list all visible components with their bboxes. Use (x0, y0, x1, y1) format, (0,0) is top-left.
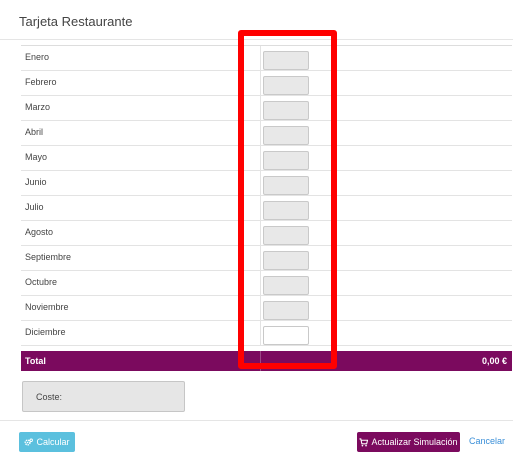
table-row: Abril (21, 121, 512, 146)
month-label: Febrero (25, 77, 57, 87)
cart-icon (359, 437, 369, 447)
cancelar-link[interactable]: Cancelar (469, 436, 505, 446)
month-label: Diciembre (25, 327, 66, 337)
month-label: Marzo (25, 102, 51, 112)
cogs-icon (24, 438, 34, 447)
month-input-septiembre[interactable] (263, 251, 309, 270)
calcular-label: Calcular (36, 437, 70, 447)
month-label: Mayo (25, 152, 48, 162)
column-divider (260, 121, 261, 145)
month-label: Enero (25, 52, 50, 62)
month-label: Agosto (25, 227, 54, 237)
month-label: Septiembre (25, 252, 72, 262)
table-row: Agosto (21, 221, 512, 246)
table-row: Diciembre (21, 321, 512, 346)
calcular-button[interactable]: Calcular (19, 432, 75, 452)
table-row: Febrero (21, 71, 512, 96)
total-value: 0,00 € (481, 356, 507, 366)
column-divider (260, 321, 261, 345)
total-row: Total 0,00 € (21, 351, 512, 371)
column-divider (260, 296, 261, 320)
column-divider (260, 196, 261, 220)
month-input-julio[interactable] (263, 201, 309, 220)
table-row: Enero (21, 46, 512, 71)
month-input-agosto[interactable] (263, 226, 309, 245)
column-divider (260, 46, 261, 70)
month-label: Abril (25, 127, 44, 137)
months-table: Enero Febrero Marzo Abril Mayo Junio Jul… (21, 45, 512, 370)
column-divider (260, 171, 261, 195)
month-input-abril[interactable] (263, 126, 309, 145)
total-label: Total (25, 356, 46, 366)
table-row: Mayo (21, 146, 512, 171)
coste-box: Coste: (22, 381, 185, 412)
column-divider (260, 221, 261, 245)
table-row: Junio (21, 171, 512, 196)
month-input-diciembre[interactable] (263, 326, 309, 345)
modal-footer: Calcular Actualizar Simulación Cancelar (0, 420, 513, 455)
month-label: Noviembre (25, 302, 69, 312)
table-row: Noviembre (21, 296, 512, 321)
coste-label: Coste: (36, 392, 63, 402)
modal-title: Tarjeta Restaurante (19, 14, 133, 29)
month-input-febrero[interactable] (263, 76, 309, 95)
month-label: Junio (25, 177, 47, 187)
column-divider (260, 96, 261, 120)
table-row: Marzo (21, 96, 512, 121)
table-row: Julio (21, 196, 512, 221)
month-input-enero[interactable] (263, 51, 309, 70)
month-input-octubre[interactable] (263, 276, 309, 295)
column-divider (260, 351, 261, 371)
column-divider (260, 146, 261, 170)
actualizar-simulacion-button[interactable]: Actualizar Simulación (357, 432, 460, 452)
month-input-marzo[interactable] (263, 101, 309, 120)
column-divider (260, 271, 261, 295)
month-label: Julio (25, 202, 44, 212)
column-divider (260, 71, 261, 95)
column-divider (260, 246, 261, 270)
month-input-mayo[interactable] (263, 151, 309, 170)
table-row: Septiembre (21, 246, 512, 271)
table-row: Octubre (21, 271, 512, 296)
month-input-noviembre[interactable] (263, 301, 309, 320)
month-label: Octubre (25, 277, 58, 287)
month-input-junio[interactable] (263, 176, 309, 195)
modal-header: Tarjeta Restaurante (0, 0, 513, 40)
actualizar-label: Actualizar Simulación (371, 437, 458, 447)
